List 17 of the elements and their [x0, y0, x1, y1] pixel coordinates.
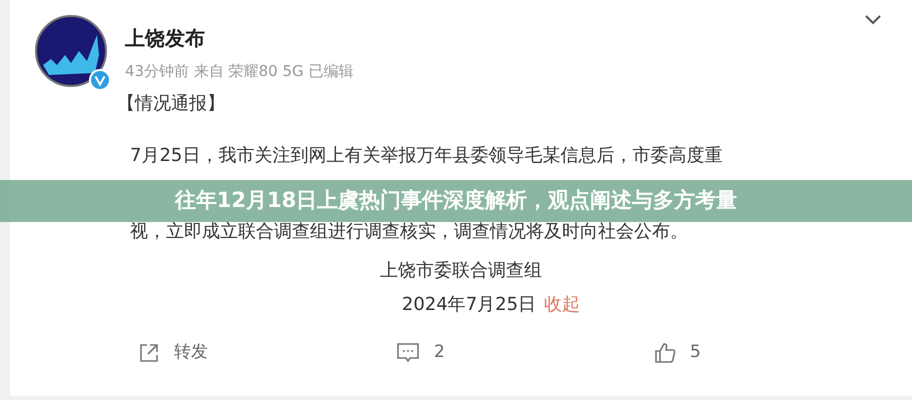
- banner-title: 往年12月18日上虞热门事件深度解析，观点阐述与多方考量: [174, 187, 738, 214]
- avatar[interactable]: [35, 15, 107, 87]
- share-icon: [138, 342, 160, 364]
- date-text: 2024年7月25日: [402, 293, 536, 317]
- body-text-line: 视，立即成立联合调查组进行调查核实，调查情况将及时向社会公布。: [130, 220, 689, 244]
- comment-icon: [396, 342, 420, 364]
- post-meta: 43分钟前 来自 荣耀80 5G 已编辑: [125, 61, 354, 82]
- signature-text: 上饶市委联合调查组: [380, 259, 542, 283]
- body-text-line: 7月25日，我市关注到网上有关举报万年县委领导毛某信息后，市委高度重: [130, 144, 724, 168]
- chevron-down-icon[interactable]: [864, 14, 882, 26]
- repost-button[interactable]: 转发: [138, 336, 396, 370]
- post-heading: 【情况通报】: [117, 92, 226, 116]
- thumbs-up-icon: [654, 342, 676, 364]
- comment-button[interactable]: 2: [396, 336, 654, 370]
- collapse-link[interactable]: 收起: [544, 288, 580, 322]
- author-name[interactable]: 上饶发布: [125, 20, 354, 56]
- like-button[interactable]: 5: [654, 336, 912, 370]
